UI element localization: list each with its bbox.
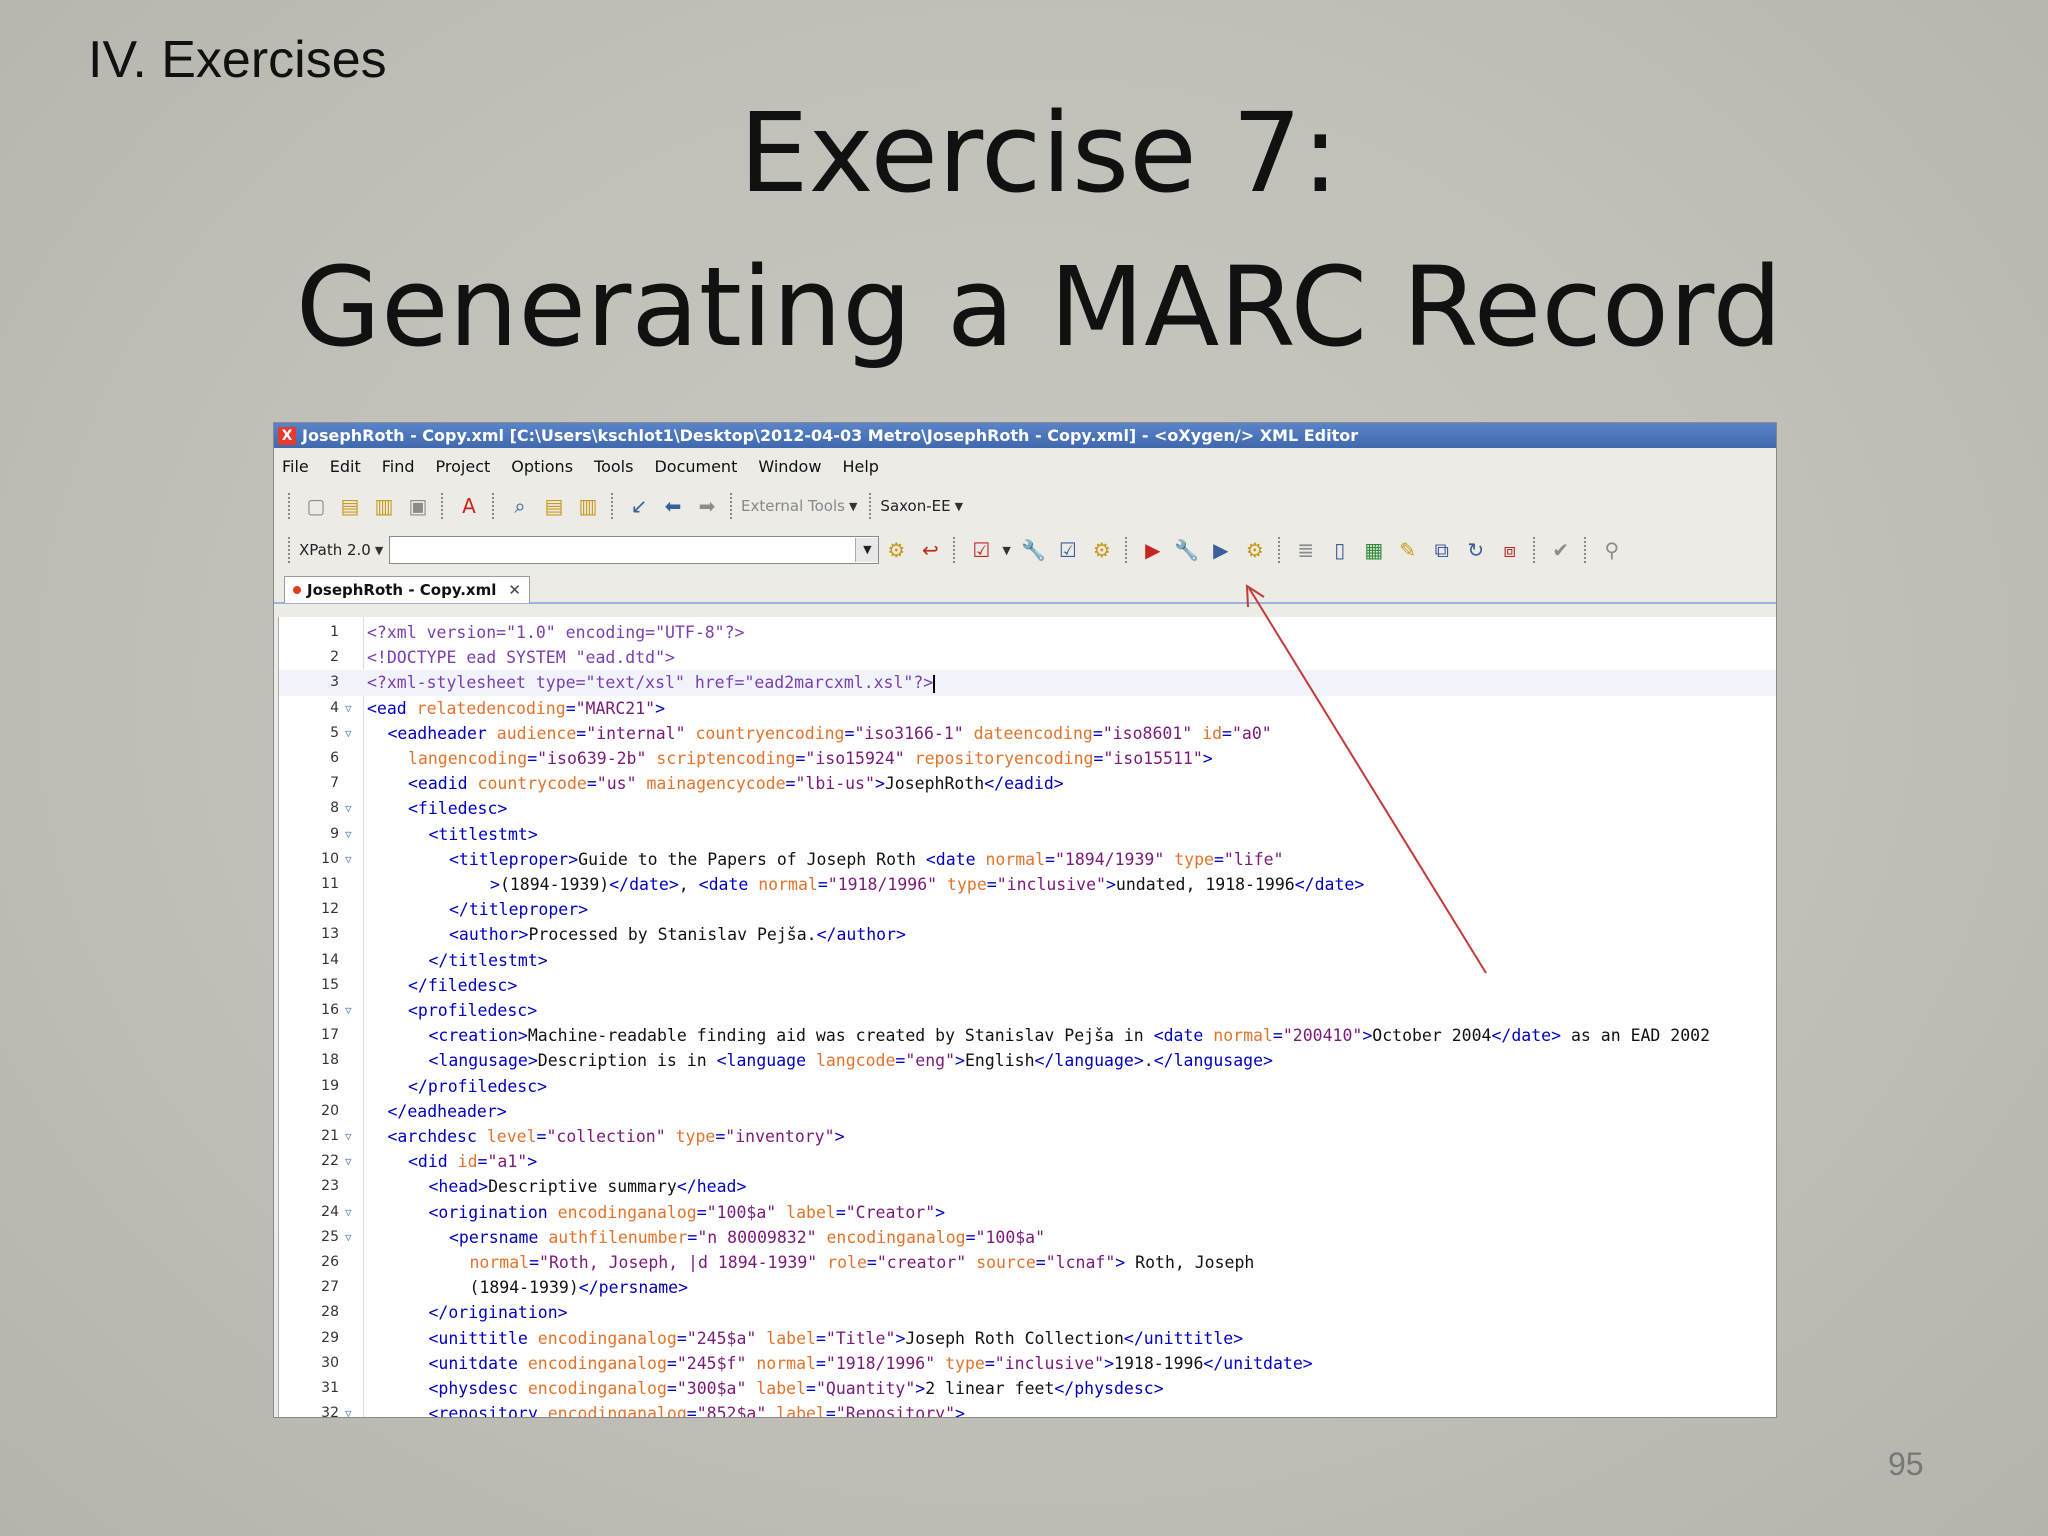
slide-title-line1: Exercise 7: [739,89,1339,217]
slide-title-line2: Generating a MARC Record [295,243,1783,371]
page-number: 95 [1888,1446,1924,1482]
callout-arrow [1245,584,1487,974]
oxygen-window: X JosephRoth - Copy.xml [C:\Users\kschlo… [273,422,1777,1418]
